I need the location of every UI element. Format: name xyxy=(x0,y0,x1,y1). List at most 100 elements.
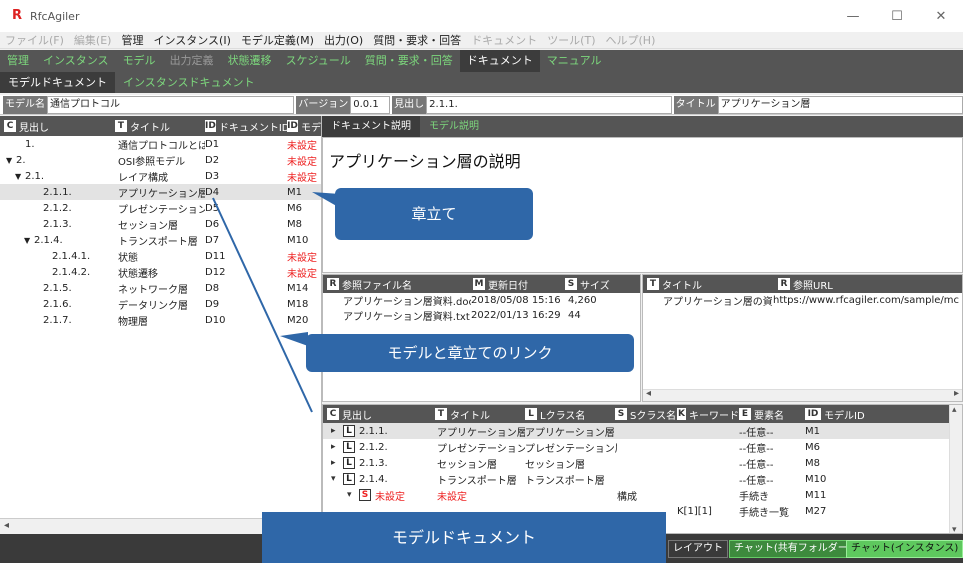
model-heading: 2.1.1. xyxy=(359,425,388,437)
model-expand-icon[interactable]: ▾ xyxy=(331,474,343,484)
menu-model-def[interactable]: モデル定義(M) xyxy=(236,32,319,48)
tab-document-description[interactable]: ドキュメント説明 xyxy=(322,116,420,137)
menu-help[interactable]: ヘルプ(H) xyxy=(601,32,661,48)
file-row[interactable]: アプリケーション層資料.docx 2018/05/08 15:16 4,260 xyxy=(323,293,640,308)
tab-model-document[interactable]: モデルドキュメント xyxy=(0,72,115,93)
tree-title: 状態 xyxy=(118,252,138,264)
tab-instance-document[interactable]: インスタンスドキュメント xyxy=(115,72,263,93)
model-vertical-scrollbar[interactable]: ▴ ▾ xyxy=(949,405,962,533)
tree-col-model[interactable]: ID モデ xyxy=(287,119,321,134)
menu-qa[interactable]: 質問・要求・回答 xyxy=(368,32,466,48)
menu-admin[interactable]: 管理 xyxy=(116,32,148,48)
tab-model[interactable]: モデル xyxy=(116,50,163,72)
layout-button[interactable]: レイアウト xyxy=(668,540,728,558)
url-grid-header: T タイトル R 参照URL xyxy=(643,275,962,293)
tree-row[interactable]: 2.1.4.2. 状態遷移 D12 未設定 xyxy=(0,264,321,280)
menu-document[interactable]: ドキュメント xyxy=(466,32,542,48)
model-col-heading[interactable]: C 見出し xyxy=(323,407,435,422)
tree-title: プレゼンテーション層 xyxy=(118,204,205,216)
model-expand-icon[interactable]: ▾ xyxy=(347,490,359,500)
tab-instance[interactable]: インスタンス xyxy=(36,50,116,72)
r-icon: R xyxy=(778,278,790,290)
description-tab-strip: ドキュメント説明 モデル説明 xyxy=(322,116,963,137)
url-col-title[interactable]: T タイトル xyxy=(643,277,778,292)
file-col-name[interactable]: R 参照ファイル名 xyxy=(323,277,473,292)
close-button[interactable]: ✕ xyxy=(919,0,963,32)
tree-row[interactable]: ▼ 2.1.4. トランスポート層 D7 M10 xyxy=(0,232,321,248)
tab-manual[interactable]: マニュアル xyxy=(540,50,609,72)
url-horizontal-scrollbar[interactable]: ◂ ▸ xyxy=(643,388,962,401)
tree-row[interactable]: 2.1.5. ネットワーク層 D8 M14 xyxy=(0,280,321,296)
tree-col-docid[interactable]: ID ドキュメントID xyxy=(205,119,287,134)
t-icon: T xyxy=(115,120,127,132)
model-heading: 2.1.2. xyxy=(359,441,388,453)
tree-row[interactable]: 2.1.1. アプリケーション層 D4 M1 xyxy=(0,184,321,200)
tree-col-title[interactable]: T タイトル xyxy=(115,119,205,134)
tab-schedule[interactable]: スケジュール xyxy=(279,50,358,72)
document-callout: モデルドキュメント xyxy=(262,512,666,563)
menu-instance[interactable]: インスタンス(I) xyxy=(148,32,235,48)
menu-edit[interactable]: 編集(E) xyxy=(69,32,117,48)
file-col-size[interactable]: S サイズ xyxy=(565,277,635,292)
tree-heading: 2.1.4. xyxy=(34,234,63,246)
model-col-modelid[interactable]: ID モデルID xyxy=(805,407,875,422)
tab-qa[interactable]: 質問・要求・回答 xyxy=(358,50,460,72)
menu-tools[interactable]: ツール(T) xyxy=(542,32,600,48)
tree-row[interactable]: 2.1.2. プレゼンテーション層D5 M6 xyxy=(0,200,321,216)
tab-document[interactable]: ドキュメント xyxy=(459,50,540,72)
version-field[interactable]: 0.0.1 xyxy=(350,95,391,114)
model-expand-icon[interactable]: ▸ xyxy=(331,458,343,468)
model-col-lclass[interactable]: L Lクラス名 xyxy=(525,407,615,422)
model-col-keyword[interactable]: K キーワード xyxy=(677,407,739,422)
tree-expand-icon[interactable]: ▼ xyxy=(24,236,34,245)
model-row[interactable]: ▾ S 未設定 未設定 構成 手続き M11 xyxy=(323,487,962,503)
menu-file[interactable]: ファイル(F) xyxy=(0,32,69,48)
url-row[interactable]: アプリケーション層の資料 https://www.rfcagiler.com/s… xyxy=(643,293,962,308)
tab-output-def[interactable]: 出力定義 xyxy=(163,50,221,72)
model-col-element[interactable]: E 要素名 xyxy=(739,407,805,422)
file-grid-header: R 参照ファイル名 M 更新日付 S サイズ xyxy=(323,275,640,293)
tree-row[interactable]: 2.1.6. データリンク層 D9 M18 xyxy=(0,296,321,312)
tab-admin[interactable]: 管理 xyxy=(0,50,36,72)
model-row[interactable]: ▸L 2.1.2. プレゼンテーション層プレゼンテーション層 --任意-- M6 xyxy=(323,439,962,455)
l-class-icon: L xyxy=(343,441,355,453)
tree-row[interactable]: ▼ 2.1. レイア構成 D3 未設定 xyxy=(0,168,321,184)
model-col-sclass[interactable]: S Sクラス名 xyxy=(615,407,677,422)
model-row[interactable]: ▾ L 2.1.4. トランスポート層 トランスポート層 --任意-- M10 xyxy=(323,471,962,487)
model-row[interactable]: ▸ L 2.1.1. アプリケーション層 アプリケーション層 --任意-- M1 xyxy=(323,423,962,439)
scroll-left-icon[interactable]: ◂ xyxy=(4,520,9,531)
tree-row[interactable]: 2.1.3. セッション層 D6 M8 xyxy=(0,216,321,232)
tree-row[interactable]: ▼ 2. OSI参照モデル D2 未設定 xyxy=(0,152,321,168)
scroll-left-icon[interactable]: ◂ xyxy=(646,388,651,399)
heading-field[interactable]: 2.1.1. xyxy=(426,95,672,114)
tree-col-heading[interactable]: C 見出し xyxy=(0,119,115,134)
c-icon: C xyxy=(327,408,339,420)
tab-state-transition[interactable]: 状態遷移 xyxy=(221,50,279,72)
minimize-button[interactable]: — xyxy=(831,0,875,32)
url-col-url[interactable]: R 参照URL xyxy=(778,277,928,292)
tree-title: ネットワーク層 xyxy=(118,284,188,296)
scroll-up-icon[interactable]: ▴ xyxy=(952,405,957,415)
menu-output[interactable]: 出力(O) xyxy=(319,32,368,48)
tree-row[interactable]: 1. 通信プロトコルとは D1 未設定 xyxy=(0,136,321,152)
chat-shared-folder-button[interactable]: チャット(共有フォルダー) xyxy=(729,540,857,558)
title-field[interactable]: アプリケーション層 xyxy=(717,95,963,114)
model-row[interactable]: ▸ L 2.1.3. セッション層 セッション層 --任意-- M8 xyxy=(323,455,962,471)
chat-instance-button[interactable]: チャット(インスタンス) xyxy=(846,540,963,558)
model-col-title[interactable]: T タイトル xyxy=(435,407,525,422)
maximize-button[interactable]: ☐ xyxy=(875,0,919,32)
file-col-updated[interactable]: M 更新日付 xyxy=(473,277,565,292)
model-expand-icon[interactable]: ▸ xyxy=(331,426,343,436)
tab-model-description[interactable]: モデル説明 xyxy=(420,116,488,137)
model-name-field[interactable]: 通信プロトコル xyxy=(47,95,295,114)
tree-expand-icon[interactable]: ▼ xyxy=(6,156,16,165)
tree-expand-icon[interactable]: ▼ xyxy=(15,172,25,181)
scroll-down-icon[interactable]: ▾ xyxy=(952,525,957,533)
file-row[interactable]: アプリケーション層資料.txt 2022/01/13 16:29 44 xyxy=(323,308,640,323)
model-expand-icon[interactable]: ▸ xyxy=(331,442,343,452)
url-link[interactable]: https://www.rfcagiler.com/sample/mc xyxy=(773,295,961,306)
tree-row[interactable]: 2.1.7. 物理層 D10 M20 xyxy=(0,312,321,328)
scroll-right-icon[interactable]: ▸ xyxy=(954,388,959,399)
tree-row[interactable]: 2.1.4.1. 状態 D11 未設定 xyxy=(0,248,321,264)
tree-heading: 2.1.6. xyxy=(43,298,72,310)
